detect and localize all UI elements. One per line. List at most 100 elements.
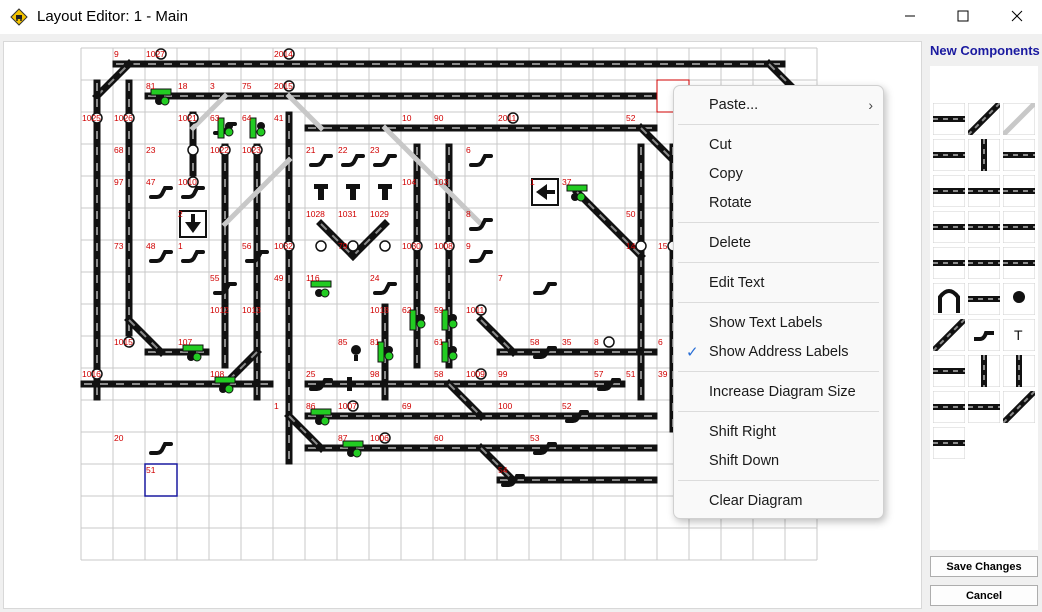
turnout-motor-icon[interactable]: [373, 154, 397, 167]
save-changes-button[interactable]: Save Changes: [930, 556, 1038, 577]
turnout-motor-icon[interactable]: [149, 186, 173, 199]
menu-item-show-address-labels[interactable]: ✓ Show Address Labels: [674, 338, 883, 366]
left-arrow-block-icon[interactable]: [531, 178, 559, 206]
address-label: 6: [658, 337, 663, 347]
menu-item-rotate[interactable]: Rotate: [674, 189, 883, 217]
maximize-icon: [957, 10, 969, 22]
turnout-motor-icon[interactable]: [149, 250, 173, 263]
address-label: 35: [562, 337, 572, 347]
bumper-track-icon[interactable]: [967, 174, 1001, 208]
turnout-motor-icon[interactable]: [309, 154, 333, 167]
turnout-motor-icon[interactable]: [341, 154, 365, 167]
diagonal-curve-icon[interactable]: [930, 316, 968, 354]
layout-editor-window: Layout Editor: 1 - Main 9 1027 2014 81 18 3 75…: [0, 0, 1042, 612]
address-label: 58: [530, 337, 540, 347]
straight-track-icon[interactable]: [932, 102, 966, 136]
turnout-motor-icon[interactable]: [373, 282, 397, 295]
sensor-icon[interactable]: [187, 144, 199, 156]
minimize-button[interactable]: [886, 0, 934, 32]
buffer-stop-icon[interactable]: [347, 377, 352, 391]
turnout-motor-icon[interactable]: [533, 282, 557, 295]
maximize-button[interactable]: [939, 0, 987, 32]
menu-item-clear-diagram[interactable]: Clear Diagram: [674, 487, 883, 515]
diagonal-dashed-track-icon[interactable]: [1001, 101, 1037, 137]
menu-item-shift-right[interactable]: Shift Right: [674, 418, 883, 446]
menu-item-label: Show Address Labels: [709, 344, 849, 360]
triangle-block-icon[interactable]: [932, 426, 966, 460]
curve-left-icon[interactable]: [932, 138, 966, 172]
turnout-motor-icon[interactable]: [181, 250, 205, 263]
buffer-stop-icon[interactable]: [314, 184, 328, 200]
platform-icon[interactable]: [967, 282, 1001, 316]
curve-right-icon[interactable]: [1002, 138, 1036, 172]
sensor-icon[interactable]: [603, 336, 615, 348]
menu-item-edit-text[interactable]: Edit Text: [674, 269, 883, 297]
block-track-icon[interactable]: [1002, 246, 1036, 280]
menu-item-increase-diagram-size[interactable]: Increase Diagram Size: [674, 378, 883, 406]
address-label: 86: [306, 401, 316, 411]
menu-item-shift-down[interactable]: Shift Down: [674, 447, 883, 475]
address-label: 104: [402, 177, 416, 187]
address-label: 59: [434, 305, 444, 315]
signal-icon[interactable]: [310, 280, 332, 298]
address-label: 1011: [466, 305, 485, 315]
turnout-motor-icon[interactable]: [149, 442, 173, 455]
sensor-icon[interactable]: [347, 240, 359, 252]
menu-item-label: Delete: [709, 235, 751, 251]
menu-item-cut[interactable]: Cut: [674, 131, 883, 159]
vertical-track-icon[interactable]: [967, 138, 1001, 172]
address-label: 57: [594, 369, 604, 379]
address-label: 2011: [498, 113, 517, 123]
menu-item-copy[interactable]: Copy: [674, 160, 883, 188]
address-label: 1009: [466, 369, 485, 379]
sensor-icon[interactable]: [635, 240, 647, 252]
diagonal-track-icon[interactable]: [965, 100, 1003, 138]
signal-track-icon[interactable]: [932, 174, 966, 208]
sensor-icon[interactable]: [315, 240, 327, 252]
address-label: 50: [626, 209, 636, 219]
turnout-motor-icon[interactable]: [469, 250, 493, 263]
lamp-icon[interactable]: [351, 345, 361, 361]
menu-item-paste[interactable]: Paste... ›: [674, 91, 883, 119]
signal-icon[interactable]: [249, 117, 266, 139]
address-label: 98: [370, 369, 380, 379]
cross-track-icon[interactable]: [1002, 210, 1036, 244]
address-label: 1028: [306, 209, 325, 219]
lamp-icon[interactable]: [1002, 282, 1036, 316]
address-label: 9: [114, 49, 119, 59]
menu-item-show-text-labels[interactable]: Show Text Labels: [674, 309, 883, 337]
close-button[interactable]: [993, 0, 1041, 32]
crossing-icon[interactable]: [932, 210, 966, 244]
menu-separator: [678, 302, 879, 303]
turnout-right-icon[interactable]: [967, 246, 1001, 280]
address-label: 37: [562, 177, 572, 187]
turnout-motor-icon[interactable]: [967, 318, 1001, 352]
sensor-icon[interactable]: [379, 240, 391, 252]
address-label: 2: [178, 209, 183, 219]
address-label: 69: [402, 401, 412, 411]
buffer-stop-icon[interactable]: [346, 184, 360, 200]
menu-item-delete[interactable]: Delete: [674, 229, 883, 257]
diagonal-end-icon[interactable]: [1000, 388, 1038, 426]
turnout-motor-icon[interactable]: [469, 154, 493, 167]
text-icon[interactable]: T: [1002, 318, 1036, 352]
turnout-left-icon[interactable]: [932, 246, 966, 280]
address-label: 1012: [210, 305, 229, 315]
buffer-stop-icon[interactable]: [378, 184, 392, 200]
address-label: 79: [338, 241, 348, 251]
vertical-arrow-icon[interactable]: [967, 354, 1001, 388]
cancel-button[interactable]: Cancel: [930, 585, 1038, 606]
down-arrow-block-icon[interactable]: [179, 210, 207, 238]
turnout-motor-icon[interactable]: [181, 186, 205, 199]
v-track-icon[interactable]: [932, 390, 966, 424]
address-label: 21: [306, 145, 316, 155]
address-label: 18: [178, 81, 188, 91]
vertical-curve-icon[interactable]: [1002, 354, 1036, 388]
double-crossing-icon[interactable]: [967, 210, 1001, 244]
address-label: 75: [242, 81, 252, 91]
address-label: 90: [434, 113, 444, 123]
buffer-stop-icon[interactable]: [1002, 174, 1036, 208]
v-double-track-icon[interactable]: [967, 390, 1001, 424]
tunnel-icon[interactable]: [932, 282, 966, 316]
arrow-block-icon[interactable]: [932, 354, 966, 388]
